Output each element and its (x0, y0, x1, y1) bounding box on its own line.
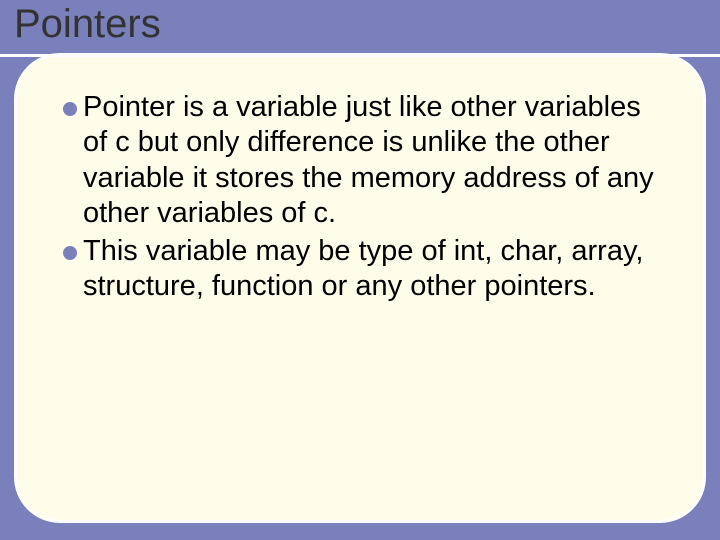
bullet-icon (63, 246, 77, 260)
slide-title: Pointers (14, 2, 720, 47)
bullet-icon (63, 102, 77, 116)
title-bar: Pointers (0, 0, 720, 60)
bullet-text: This variable may be type of int, char, … (63, 234, 657, 305)
bullet-item: This variable may be type of int, char, … (63, 234, 657, 305)
bullet-item: Pointer is a variable just like other va… (63, 90, 657, 232)
bullet-text: Pointer is a variable just like other va… (63, 90, 657, 232)
content-area: Pointer is a variable just like other va… (17, 56, 703, 326)
content-card: Pointer is a variable just like other va… (14, 53, 706, 523)
title-separator (0, 54, 720, 57)
